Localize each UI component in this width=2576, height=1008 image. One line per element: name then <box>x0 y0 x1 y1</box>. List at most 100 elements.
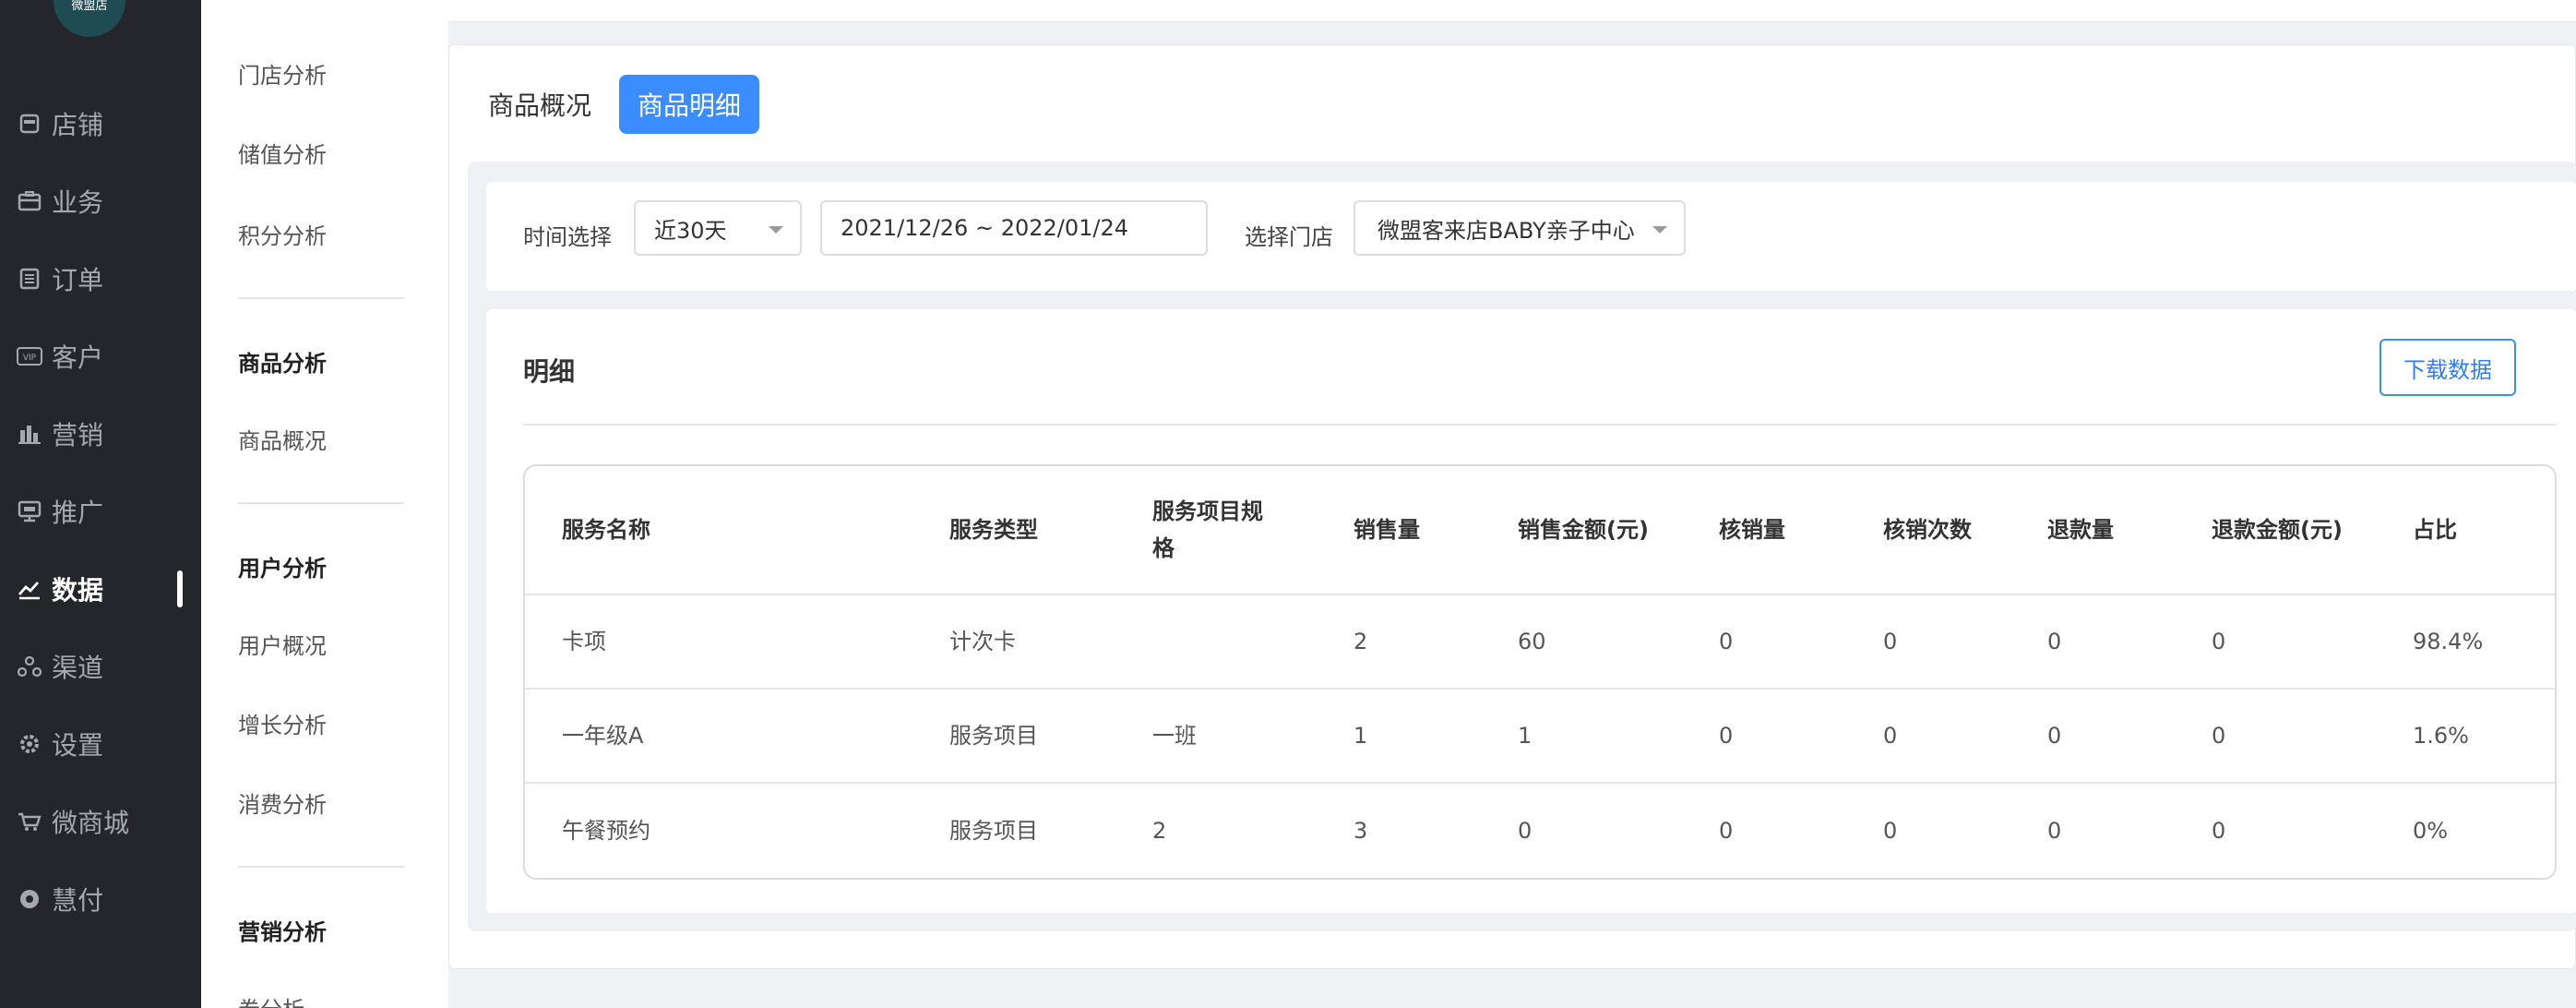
filter-bar: 时间选择 近30天 2021/12/26 ~ 2022/01/24 选择门店 微… <box>486 182 2576 291</box>
nav-label: 设置 <box>52 730 104 761</box>
column-header: 服务类型 <box>949 517 1038 543</box>
table-cell: 0 <box>2212 723 2226 749</box>
subnav-item-user-overview[interactable]: 用户概况 <box>238 628 327 660</box>
table-cell: 卡项 <box>562 629 606 654</box>
nav-item-promotion[interactable]: 推广 <box>0 484 201 539</box>
table-row: 卡项 计次卡 2 60 0 0 0 0 98.4% <box>525 595 2555 690</box>
nav-item-orders[interactable]: 订单 <box>0 251 201 306</box>
table-cell: 一班 <box>1152 723 1197 749</box>
table-cell: 1 <box>1518 723 1532 749</box>
channel-icon <box>17 654 42 679</box>
sub-nav: 门店分析 储值分析 积分分析 商品分析 商品概况 用户分析 用户概况 增长分析 … <box>201 0 448 1008</box>
table-cell: 0 <box>2047 629 2062 654</box>
subnav-item-store-analysis[interactable]: 门店分析 <box>238 57 327 90</box>
time-range-select[interactable]: 近30天 <box>634 200 802 256</box>
nav-item-payment[interactable]: 慧付 <box>0 871 201 927</box>
subnav-item-stored-value-analysis[interactable]: 储值分析 <box>238 137 327 169</box>
nav-label: 订单 <box>52 265 104 295</box>
column-header: 核销次数 <box>1883 517 1972 543</box>
tab-goods-detail[interactable]: 商品明细 <box>619 75 760 134</box>
nav-label: 业务 <box>52 187 104 218</box>
time-range-value: 近30天 <box>654 217 727 244</box>
subnav-heading-marketing: 营销分析 <box>238 919 327 945</box>
time-select-label: 时间选择 <box>523 224 612 250</box>
column-header: 退款量 <box>2047 517 2114 543</box>
table-cell: 午餐预约 <box>562 818 650 844</box>
main-nav: 微盟店 店铺 业务 订单 VIP 客户 营销 推广 数据 渠道 设置 微商城 慧… <box>0 0 201 1008</box>
column-header: 销售金额(元) <box>1518 517 1649 543</box>
table-cell: 0% <box>2413 818 2449 844</box>
subnav-item-points-analysis[interactable]: 积分分析 <box>238 218 327 250</box>
nav-item-business[interactable]: 业务 <box>0 174 201 229</box>
table-cell: 服务项目 <box>949 818 1038 844</box>
order-list-icon <box>17 266 42 292</box>
table-cell: 0 <box>1719 629 1734 654</box>
column-header: 服务名称 <box>562 517 650 543</box>
gear-icon <box>17 731 42 757</box>
vip-card-icon: VIP <box>17 343 42 369</box>
store-select[interactable]: 微盟客来店BABY亲子中心 <box>1354 200 1686 256</box>
store-select-value: 微盟客来店BABY亲子中心 <box>1377 217 1635 244</box>
subnav-divider <box>238 502 404 504</box>
promotion-screen-icon <box>17 498 42 524</box>
date-range-picker[interactable]: 2021/12/26 ~ 2022/01/24 <box>820 200 1208 256</box>
top-bar <box>448 0 2576 22</box>
table-cell: 0 <box>1518 818 1532 844</box>
table-cell: 0 <box>1883 723 1898 749</box>
column-header: 销售量 <box>1354 517 1420 543</box>
nav-label: 推广 <box>52 498 104 528</box>
detail-table: 服务名称 服务类型 服务项目规格 销售量 销售金额(元) 核销量 核销次数 退款… <box>523 464 2557 880</box>
download-data-button[interactable]: 下载数据 <box>2379 339 2516 396</box>
table-cell: 0 <box>2047 818 2062 844</box>
table-cell: 0 <box>2047 723 2062 749</box>
subnav-item-goods-overview[interactable]: 商品概况 <box>238 423 327 455</box>
table-cell: 0 <box>2212 629 2226 654</box>
bar-chart-icon <box>17 421 42 447</box>
subnav-divider <box>238 297 404 299</box>
nav-label: 微商城 <box>52 808 130 838</box>
store-icon <box>17 111 42 137</box>
table-cell: 0 <box>1719 723 1734 749</box>
column-header: 服务项目规格 <box>1152 498 1263 561</box>
nav-item-data[interactable]: 数据 <box>0 561 201 617</box>
column-header: 占比 <box>2413 517 2457 543</box>
table-cell: 服务项目 <box>949 723 1038 749</box>
table-cell: 0 <box>1719 818 1734 844</box>
table-cell: 计次卡 <box>949 629 1016 654</box>
subnav-item-coupon-analysis[interactable]: 券分析 <box>238 991 304 1008</box>
date-range-value: 2021/12/26 ~ 2022/01/24 <box>841 215 1129 241</box>
nav-label: 慧付 <box>52 885 104 916</box>
table-cell: 0 <box>1883 818 1898 844</box>
brand-logo[interactable]: 微盟店 <box>54 0 125 37</box>
table-cell: 1 <box>1354 723 1368 749</box>
chevron-down-icon <box>769 226 783 234</box>
subnav-heading-goods: 商品分析 <box>238 351 327 377</box>
nav-label: 营销 <box>52 420 104 450</box>
table-header-row: 服务名称 服务类型 服务项目规格 销售量 销售金额(元) 核销量 核销次数 退款… <box>525 466 2555 595</box>
tab-goods-overview[interactable]: 商品概况 <box>470 75 610 134</box>
briefcase-icon <box>17 188 42 214</box>
chevron-down-icon <box>1652 226 1667 234</box>
line-chart-icon <box>17 576 42 602</box>
table-cell: 0 <box>2212 818 2226 844</box>
table-cell: 98.4% <box>2413 629 2484 654</box>
column-header: 退款金额(元) <box>2212 517 2343 543</box>
table-row: 午餐预约 服务项目 2 3 0 0 0 0 0 0% <box>525 784 2555 878</box>
nav-item-store[interactable]: 店铺 <box>0 96 201 151</box>
nav-item-channel[interactable]: 渠道 <box>0 639 201 694</box>
table-cell: 1.6% <box>2413 723 2469 749</box>
table-cell: 2 <box>1354 629 1368 654</box>
svg-text:VIP: VIP <box>23 354 37 363</box>
nav-item-marketing[interactable]: 营销 <box>0 406 201 462</box>
table-cell: 一年级A <box>562 723 644 749</box>
nav-item-mall[interactable]: 微商城 <box>0 794 201 849</box>
nav-item-settings[interactable]: 设置 <box>0 716 201 772</box>
nav-item-customers[interactable]: VIP 客户 <box>0 329 201 384</box>
subnav-item-consumption-analysis[interactable]: 消费分析 <box>238 786 327 819</box>
shopping-cart-icon <box>17 809 42 834</box>
content-area: 时间选择 近30天 2021/12/26 ~ 2022/01/24 选择门店 微… <box>468 162 2576 931</box>
subnav-item-growth-analysis[interactable]: 增长分析 <box>238 707 327 739</box>
subnav-heading-users: 用户分析 <box>238 556 327 582</box>
subnav-divider <box>238 866 404 868</box>
detail-title: 明细 <box>523 356 576 387</box>
